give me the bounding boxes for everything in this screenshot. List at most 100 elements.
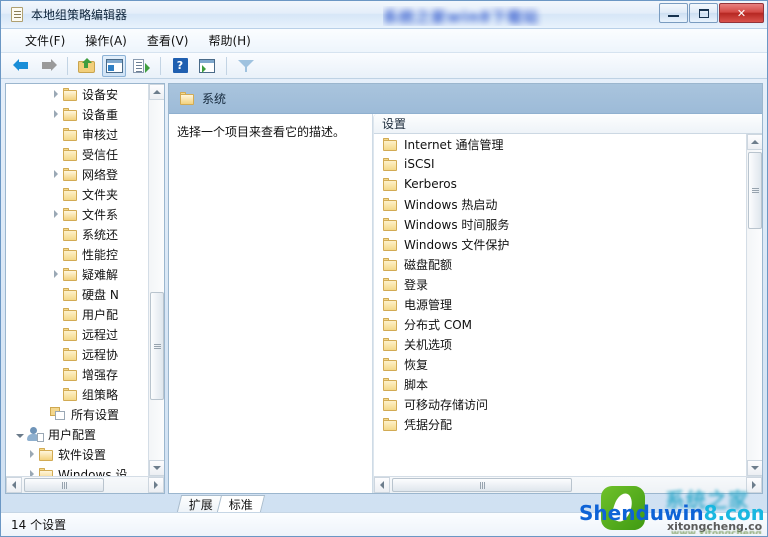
tree-vertical-scrollbar[interactable] xyxy=(148,84,164,476)
tree-item[interactable]: 系统还 xyxy=(6,224,148,244)
settings-list-item[interactable]: Kerberos xyxy=(374,174,746,194)
settings-list-item-label: Internet 通信管理 xyxy=(404,137,504,152)
tree-item[interactable]: 用户配置 xyxy=(6,424,148,444)
local-group-policy-editor-window: 本地组策略编辑器 系统之家win8下载站 ✕ 文件(F) 操作(A) 查看(V)… xyxy=(0,0,768,537)
maximize-button[interactable] xyxy=(689,3,718,23)
tree-item[interactable]: 组策略 xyxy=(6,384,148,404)
settings-list-item[interactable]: Internet 通信管理 xyxy=(374,134,746,154)
tree-item-label: 设备安 xyxy=(82,87,119,102)
folder-icon xyxy=(382,157,398,171)
settings-list-item[interactable]: 关机选项 xyxy=(374,334,746,354)
tree-item[interactable]: 审核过 xyxy=(6,124,148,144)
show-hide-tree-button[interactable] xyxy=(102,54,126,77)
tree-item[interactable]: 文件系 xyxy=(6,204,148,224)
folder-icon xyxy=(382,137,398,151)
folder-icon xyxy=(62,147,78,161)
list-vertical-scrollbar[interactable] xyxy=(746,134,762,476)
tree-item[interactable]: 文件夹 xyxy=(6,184,148,204)
chevron-down-icon[interactable] xyxy=(14,424,26,444)
help-button[interactable]: ? xyxy=(168,55,192,77)
chevron-right-icon[interactable] xyxy=(26,444,38,464)
tree-scroll-down-button[interactable] xyxy=(149,460,164,476)
settings-list-item[interactable]: 脚本 xyxy=(374,374,746,394)
settings-list-item[interactable]: 恢复 xyxy=(374,354,746,374)
tree-hscroll-thumb[interactable] xyxy=(24,478,104,492)
settings-column-header[interactable]: 设置 xyxy=(374,114,762,134)
settings-list-item[interactable]: 电源管理 xyxy=(374,294,746,314)
tree-scroll-up-button[interactable] xyxy=(149,84,164,100)
menu-view[interactable]: 查看(V) xyxy=(137,30,199,51)
result-pane: 系统 选择一个项目来查看它的描述。 设置 Internet 通信管理 iSCSI K… xyxy=(168,83,763,494)
folder-icon xyxy=(382,377,398,391)
tree-item[interactable]: 性能控 xyxy=(6,244,148,264)
close-button[interactable]: ✕ xyxy=(719,3,764,23)
settings-list-item[interactable]: Windows 热启动 xyxy=(374,194,746,214)
tree-twisty-spacer xyxy=(50,364,62,384)
settings-list-item[interactable]: 分布式 COM xyxy=(374,314,746,334)
folder-icon xyxy=(382,297,398,311)
list-hscroll-thumb[interactable] xyxy=(392,478,572,492)
chevron-right-icon xyxy=(154,481,158,489)
list-scroll-up-button[interactable] xyxy=(747,134,762,150)
chevron-down-icon xyxy=(751,466,759,470)
tree-item[interactable]: 设备重 xyxy=(6,104,148,124)
tree-hscroll-right-button[interactable] xyxy=(148,477,164,493)
settings-list-item[interactable]: 登录 xyxy=(374,274,746,294)
minimize-button[interactable] xyxy=(659,3,688,23)
show-hide-action-pane-button[interactable] xyxy=(195,55,219,77)
tree-twisty-spacer xyxy=(50,244,62,264)
back-button[interactable] xyxy=(9,55,33,77)
forward-button[interactable] xyxy=(36,55,60,77)
help-icon: ? xyxy=(172,58,188,73)
chevron-right-icon[interactable] xyxy=(50,164,62,184)
tree-item-label: 所有设置 xyxy=(71,407,120,422)
chevron-right-icon[interactable] xyxy=(50,104,62,124)
settings-list-item[interactable]: 磁盘配额 xyxy=(374,254,746,274)
list-horizontal-scrollbar[interactable] xyxy=(374,476,762,493)
folder-icon xyxy=(382,197,398,211)
list-scroll-thumb[interactable] xyxy=(748,152,762,229)
view-tabs: 扩展 标准 xyxy=(1,493,767,512)
export-list-button[interactable] xyxy=(129,55,153,77)
chevron-right-icon[interactable] xyxy=(50,204,62,224)
tree-item[interactable]: 疑难解 xyxy=(6,264,148,284)
tree-item-label: 审核过 xyxy=(82,127,119,142)
tree-item-label: 增强存 xyxy=(82,367,119,382)
menu-help[interactable]: 帮助(H) xyxy=(198,30,260,51)
tree-item[interactable]: 网络登 xyxy=(6,164,148,184)
folder-icon xyxy=(62,227,78,241)
tree-item[interactable]: 增强存 xyxy=(6,364,148,384)
menu-action[interactable]: 操作(A) xyxy=(75,30,137,51)
settings-list-item[interactable]: Windows 文件保护 xyxy=(374,234,746,254)
tree-twisty-spacer xyxy=(50,344,62,364)
list-scroll-down-button[interactable] xyxy=(747,460,762,476)
tree-item[interactable]: Windows 设 xyxy=(6,464,148,476)
title-bar: 本地组策略编辑器 系统之家win8下载站 ✕ xyxy=(1,1,767,29)
tree-twisty-spacer xyxy=(50,124,62,144)
settings-list-item[interactable]: Windows 时间服务 xyxy=(374,214,746,234)
up-one-level-button[interactable] xyxy=(75,55,99,77)
settings-list-item[interactable]: 可移动存储访问 xyxy=(374,394,746,414)
tree-item[interactable]: 硬盘 N xyxy=(6,284,148,304)
tree-scroll-thumb[interactable] xyxy=(150,292,164,400)
tree-item[interactable]: 受信任 xyxy=(6,144,148,164)
tree-item[interactable]: 软件设置 xyxy=(6,444,148,464)
chevron-right-icon[interactable] xyxy=(26,464,38,476)
tree-item[interactable]: 远程协 xyxy=(6,344,148,364)
list-hscroll-right-button[interactable] xyxy=(746,477,762,493)
tree-item[interactable]: 用户配 xyxy=(6,304,148,324)
tree-item[interactable]: 所有设置 xyxy=(6,404,148,424)
settings-list-item[interactable]: 凭据分配 xyxy=(374,414,746,434)
chevron-right-icon[interactable] xyxy=(50,264,62,284)
tree-hscroll-left-button[interactable] xyxy=(6,477,22,493)
window-title: 本地组策略编辑器 xyxy=(31,8,128,22)
chevron-right-icon[interactable] xyxy=(50,84,62,104)
settings-list-item[interactable]: iSCSI xyxy=(374,154,746,174)
tab-standard[interactable]: 标准 xyxy=(216,495,266,512)
filter-button[interactable] xyxy=(234,55,258,77)
tree-horizontal-scrollbar[interactable] xyxy=(6,476,164,493)
list-hscroll-left-button[interactable] xyxy=(374,477,390,493)
tree-item[interactable]: 设备安 xyxy=(6,84,148,104)
tree-item[interactable]: 远程过 xyxy=(6,324,148,344)
menu-file[interactable]: 文件(F) xyxy=(15,30,75,51)
